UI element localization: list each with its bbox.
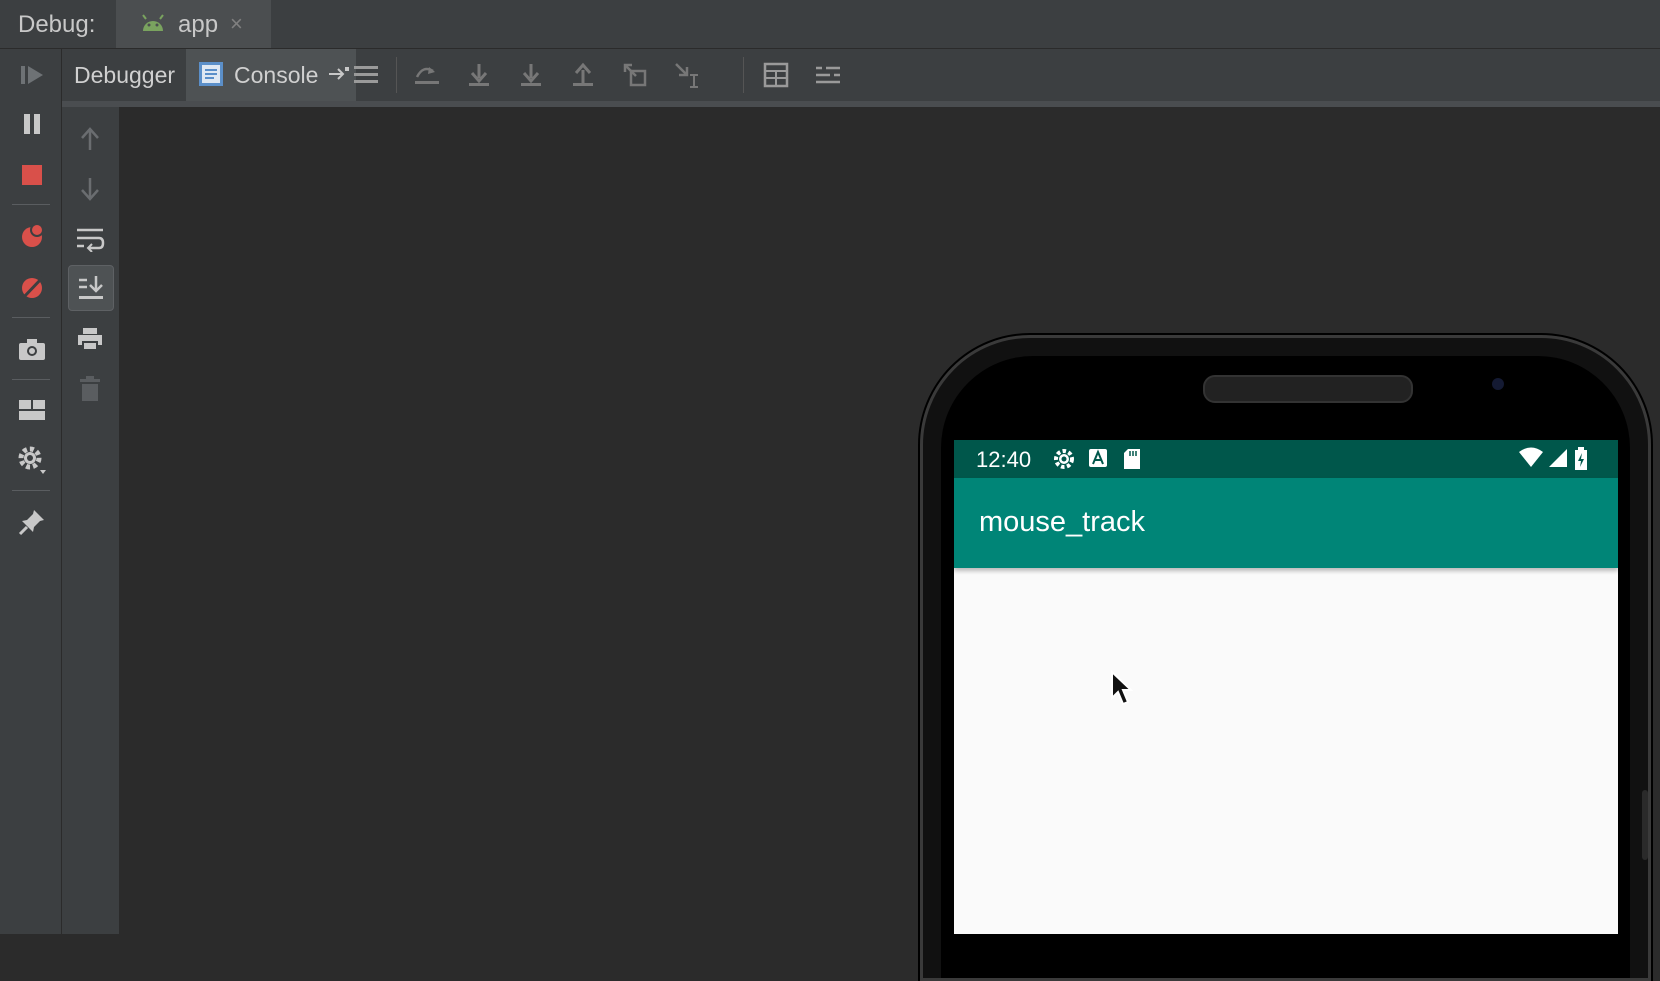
run-to-cursor-icon[interactable] (669, 57, 705, 93)
separator (743, 57, 744, 93)
tab-console-label: Console (234, 62, 319, 88)
resume-icon[interactable] (14, 57, 50, 93)
app-toolbar: mouse_track (954, 478, 1618, 568)
debug-actions-strip (0, 49, 62, 934)
emulator-screen[interactable]: 12:40 mouse_track (954, 440, 1618, 934)
android-status-bar: 12:40 (954, 440, 1618, 478)
debug-label: Debug: (18, 11, 96, 38)
separator (396, 57, 397, 93)
android-icon (140, 14, 166, 37)
show-execution-point-icon[interactable] (348, 57, 384, 93)
settings-icon (1052, 447, 1076, 476)
sd-card-icon (1122, 447, 1142, 476)
tab-app-label: app (178, 11, 219, 38)
tab-debugger[interactable]: Debugger (62, 49, 184, 101)
tab-debugger-label: Debugger (74, 62, 176, 88)
view-breakpoints-icon[interactable] (14, 217, 50, 253)
console-side-toolbar (62, 107, 120, 934)
separator (12, 379, 50, 380)
status-clock: 12:40 (976, 447, 1032, 472)
up-arrow-icon[interactable] (68, 117, 112, 161)
phone-speaker (1203, 375, 1413, 403)
phone-side-button[interactable] (1642, 790, 1648, 860)
phone-camera (1492, 378, 1504, 390)
pin-tab-icon[interactable] (328, 62, 350, 89)
drop-frame-icon[interactable] (617, 57, 653, 93)
mouse-cursor-icon (1110, 669, 1136, 713)
settings-icon[interactable] (14, 442, 50, 478)
battery-charging-icon (1574, 447, 1588, 476)
soft-wrap-icon[interactable] (68, 217, 112, 261)
step-over-icon[interactable] (409, 57, 445, 93)
keyboard-a-icon (1088, 447, 1108, 474)
pin-icon[interactable] (14, 504, 50, 540)
tab-console[interactable]: Console (186, 49, 356, 101)
step-into-icon[interactable] (461, 57, 497, 93)
console-icon (198, 61, 224, 92)
debugger-toolbar: Debugger Console (62, 49, 1660, 107)
mute-breakpoints-icon[interactable] (14, 269, 50, 305)
separator (12, 490, 50, 491)
layout-icon[interactable] (14, 392, 50, 428)
wifi-icon (1518, 447, 1544, 474)
evaluate-expression-icon[interactable] (758, 57, 794, 93)
separator (12, 317, 50, 318)
force-step-into-icon[interactable] (513, 57, 549, 93)
print-icon[interactable] (68, 317, 112, 361)
down-arrow-icon[interactable] (68, 167, 112, 211)
separator (12, 204, 50, 205)
scroll-to-end-icon[interactable] (68, 265, 114, 311)
clear-all-icon[interactable] (68, 367, 112, 411)
debug-tool-window-header: Debug: app × (0, 0, 1660, 49)
tab-app[interactable]: app × (116, 0, 271, 48)
stop-icon[interactable] (14, 157, 50, 193)
trace-icon[interactable] (810, 57, 846, 93)
close-icon[interactable]: × (230, 11, 243, 37)
cellular-signal-icon (1548, 447, 1568, 474)
step-out-icon[interactable] (565, 57, 601, 93)
camera-icon[interactable] (14, 331, 50, 367)
pause-icon[interactable] (14, 106, 50, 142)
app-title: mouse_track (979, 506, 1146, 538)
